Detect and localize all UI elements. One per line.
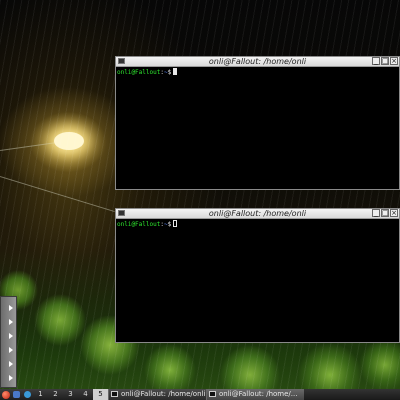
terminal-window-bottom[interactable]: onli@Fallout: /home/onli _ □ × onli@Fall… — [115, 208, 400, 343]
panel-arrow-icon[interactable] — [9, 375, 13, 381]
window-titlebar[interactable]: onli@Fallout: /home/onli _ □ × — [116, 209, 399, 219]
terminal-output[interactable]: onli@Fallout:~$ — [116, 219, 399, 342]
text-cursor — [173, 68, 178, 75]
panel-arrow-icon[interactable] — [9, 361, 13, 367]
desktop-switch-4[interactable]: 4 — [78, 389, 93, 400]
street-lamp — [54, 132, 84, 150]
task-label: onli@Fallout: /home/onli — [121, 390, 206, 398]
browser-icon — [24, 391, 31, 398]
minimize-button[interactable]: _ — [372, 209, 380, 217]
launcher-button[interactable] — [11, 389, 22, 400]
prompt-user: onli@Fallout — [117, 69, 161, 76]
launcher-button[interactable] — [22, 389, 33, 400]
close-button[interactable]: × — [390, 209, 398, 217]
terminal-output[interactable]: onli@Fallout:~$ — [116, 67, 399, 189]
minimize-button[interactable]: _ — [372, 57, 380, 65]
window-title: onli@Fallout: /home/onli — [208, 209, 307, 218]
start-menu-button[interactable] — [0, 389, 11, 400]
panel-arrow-icon[interactable] — [9, 333, 13, 339]
terminal-window-top[interactable]: onli@Fallout: /home/onli _ □ × onli@Fall… — [115, 56, 400, 190]
text-cursor — [173, 220, 178, 227]
maximize-button[interactable]: □ — [381, 209, 389, 217]
task-label: onli@Fallout: /home/... — [219, 390, 298, 398]
prompt-symbol: $ — [167, 221, 172, 228]
system-tray — [304, 389, 400, 400]
taskbar-task[interactable]: onli@Fallout: /home/onli — [108, 389, 206, 400]
close-button[interactable]: × — [390, 57, 398, 65]
desktop-switch-2[interactable]: 2 — [48, 389, 63, 400]
prompt-symbol: $ — [167, 69, 172, 76]
terminal-icon — [111, 391, 118, 397]
terminal-icon — [209, 391, 216, 397]
taskbar-task[interactable]: onli@Fallout: /home/... — [206, 389, 304, 400]
maximize-button[interactable]: □ — [381, 57, 389, 65]
prompt-user: onli@Fallout — [117, 221, 161, 228]
taskbar: 1 2 3 4 5 onli@Fallout: /home/onli onli@… — [0, 389, 400, 400]
desktop-switch-5[interactable]: 5 — [93, 389, 108, 400]
menu-logo-icon — [1, 390, 10, 399]
desktop-switch-3[interactable]: 3 — [63, 389, 78, 400]
panel-arrow-icon[interactable] — [9, 319, 13, 325]
window-titlebar[interactable]: onli@Fallout: /home/onli _ □ × — [116, 57, 399, 67]
panel-arrow-icon[interactable] — [9, 305, 13, 311]
side-panel[interactable] — [0, 296, 17, 388]
window-title: onli@Fallout: /home/onli — [208, 57, 307, 66]
desktop-switch-1[interactable]: 1 — [33, 389, 48, 400]
panel-arrow-icon[interactable] — [9, 347, 13, 353]
app-launcher-icon — [13, 391, 20, 398]
